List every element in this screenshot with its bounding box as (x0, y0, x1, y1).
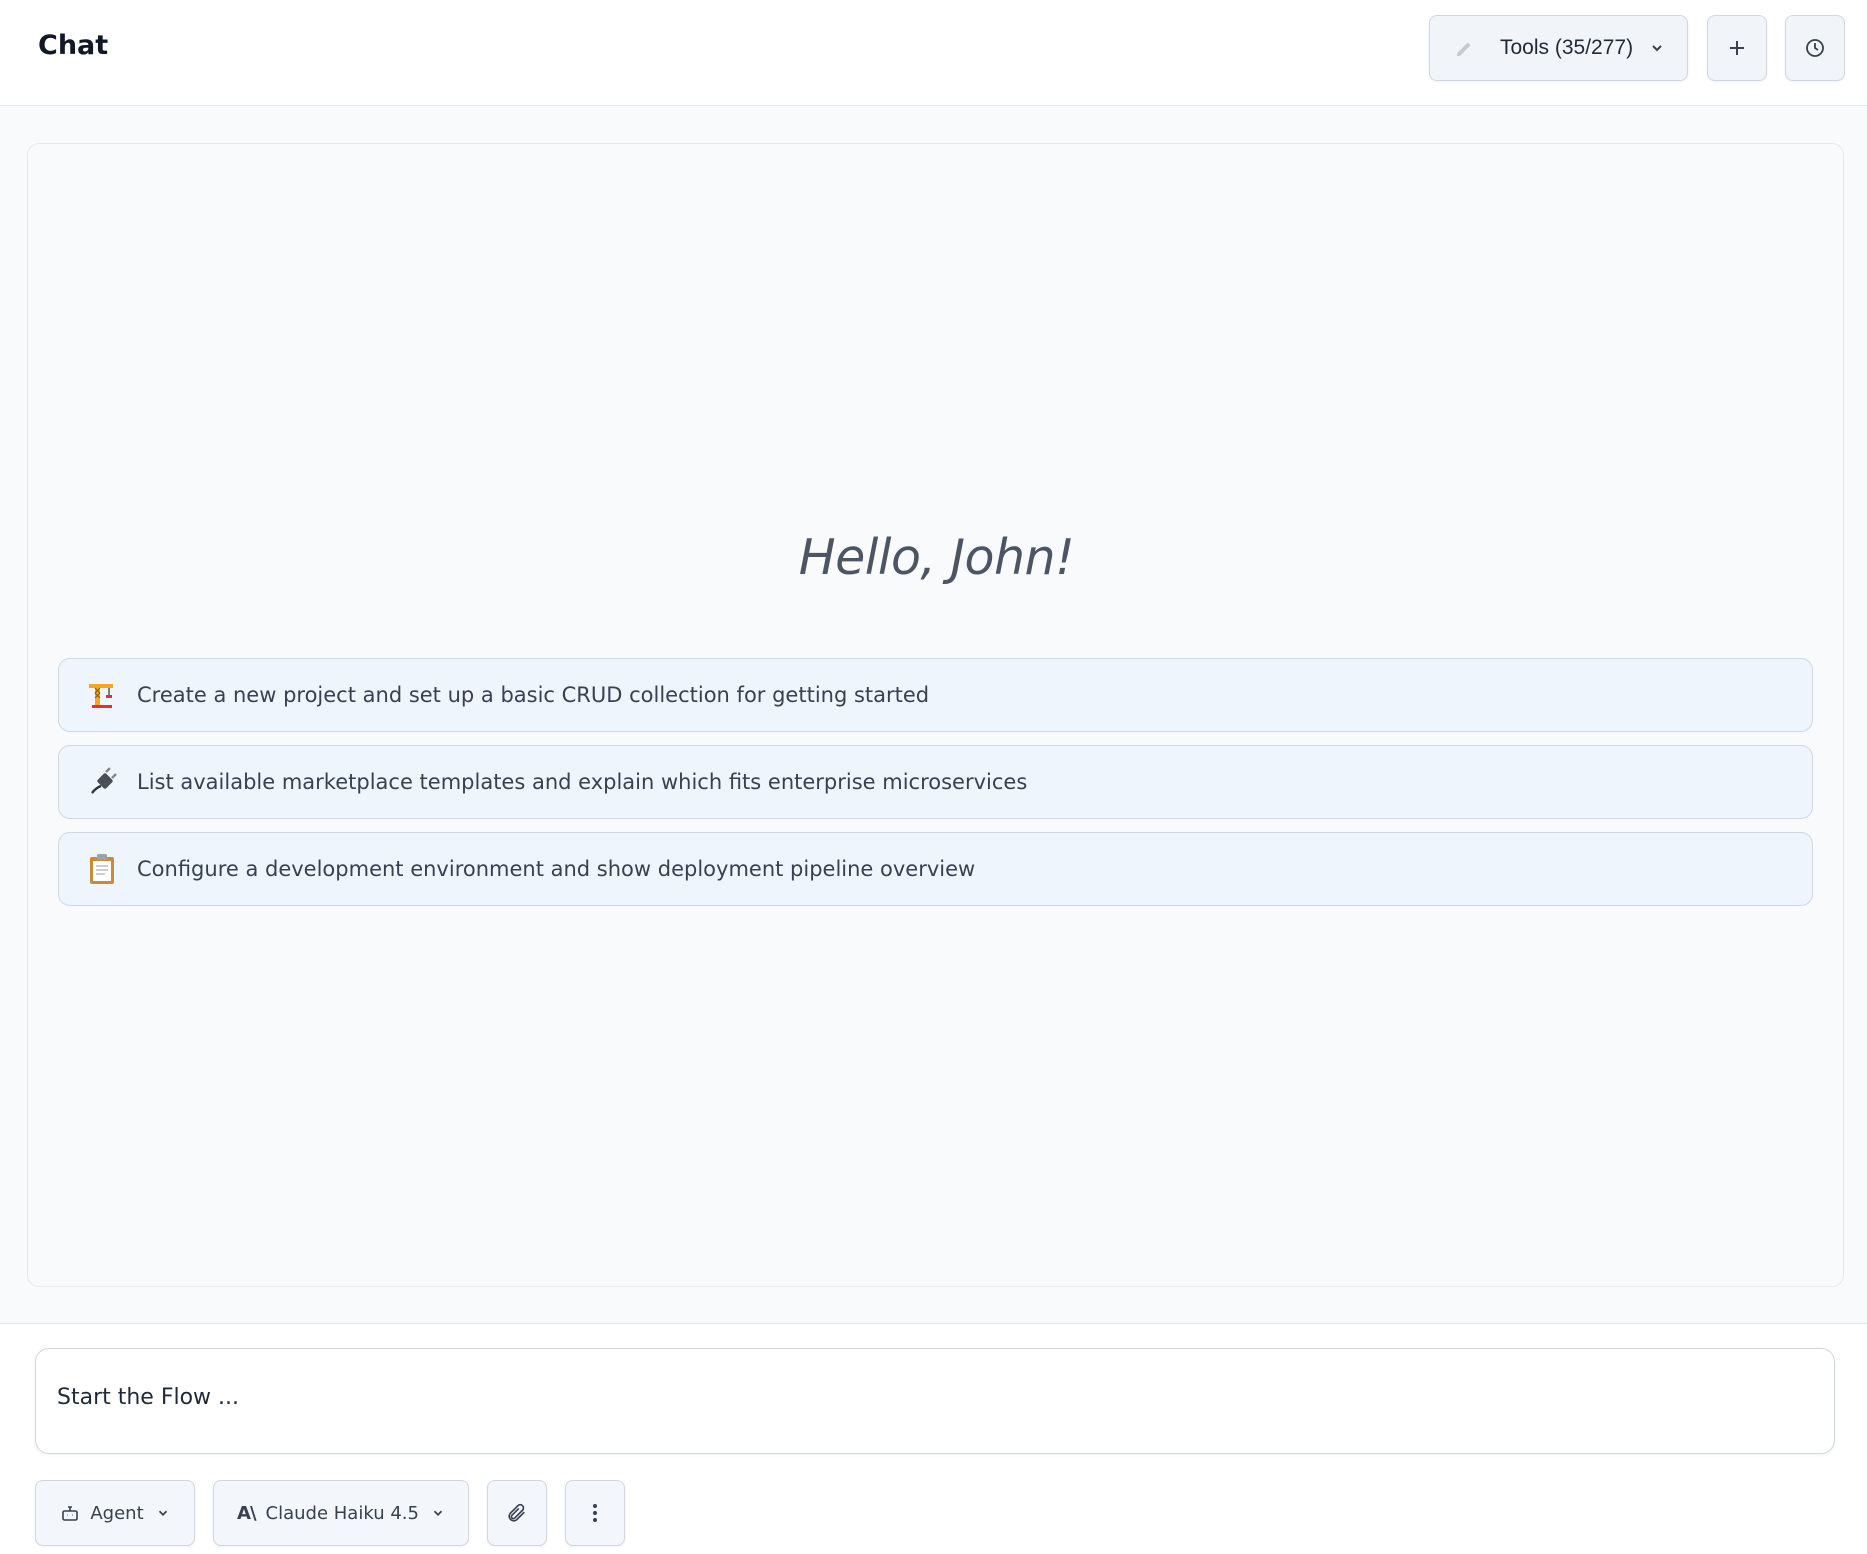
suggestion-text: Create a new project and set up a basic … (137, 683, 930, 707)
plug-icon (85, 765, 119, 799)
chevron-down-icon (156, 1506, 170, 1520)
suggestion-item[interactable]: Create a new project and set up a basic … (58, 658, 1813, 732)
new-chat-button[interactable] (1707, 15, 1767, 81)
more-options-button[interactable] (565, 1480, 625, 1546)
page-title: Chat (38, 30, 109, 61)
suggestion-text: List available marketplace templates and… (137, 770, 1028, 794)
crane-icon (85, 678, 119, 712)
mode-select-button[interactable]: Agent (35, 1480, 195, 1546)
robot-icon (60, 1503, 80, 1523)
suggestion-item[interactable]: Configure a development environment and … (58, 832, 1813, 906)
model-label: Claude Haiku 4.5 (265, 1502, 419, 1524)
chat-header: Chat Tools (35/277) (0, 0, 1867, 106)
tools-label: Tools (35/277) (1500, 36, 1634, 59)
tools-dropdown-button[interactable]: Tools (35/277) (1429, 15, 1688, 81)
chat-input-placeholder: Start the Flow ... (57, 1385, 240, 1410)
vertical-ellipsis-icon (592, 1503, 598, 1523)
chat-input[interactable]: Start the Flow ... (35, 1348, 1835, 1454)
model-select-button[interactable]: A\ Claude Haiku 4.5 (213, 1480, 469, 1546)
greeting-text: Hello, John! (798, 529, 1075, 586)
paperclip-icon (506, 1502, 528, 1524)
chevron-down-icon (431, 1506, 445, 1520)
chat-panel: Hello, John! Create a new project and se… (27, 143, 1844, 1287)
clock-icon (1805, 38, 1825, 58)
suggestion-item[interactable]: List available marketplace templates and… (58, 745, 1813, 819)
mode-label: Agent (90, 1502, 144, 1524)
chat-main-area: Hello, John! Create a new project and se… (0, 107, 1867, 1324)
chevron-down-icon (1649, 40, 1665, 56)
suggestion-text: Configure a development environment and … (137, 857, 976, 881)
pencil-icon (1454, 36, 1478, 60)
plus-icon (1728, 39, 1746, 57)
history-button[interactable] (1785, 15, 1845, 81)
attach-button[interactable] (487, 1480, 547, 1546)
clipboard-icon (85, 852, 119, 886)
anthropic-logo-icon: A\ (237, 1502, 256, 1524)
